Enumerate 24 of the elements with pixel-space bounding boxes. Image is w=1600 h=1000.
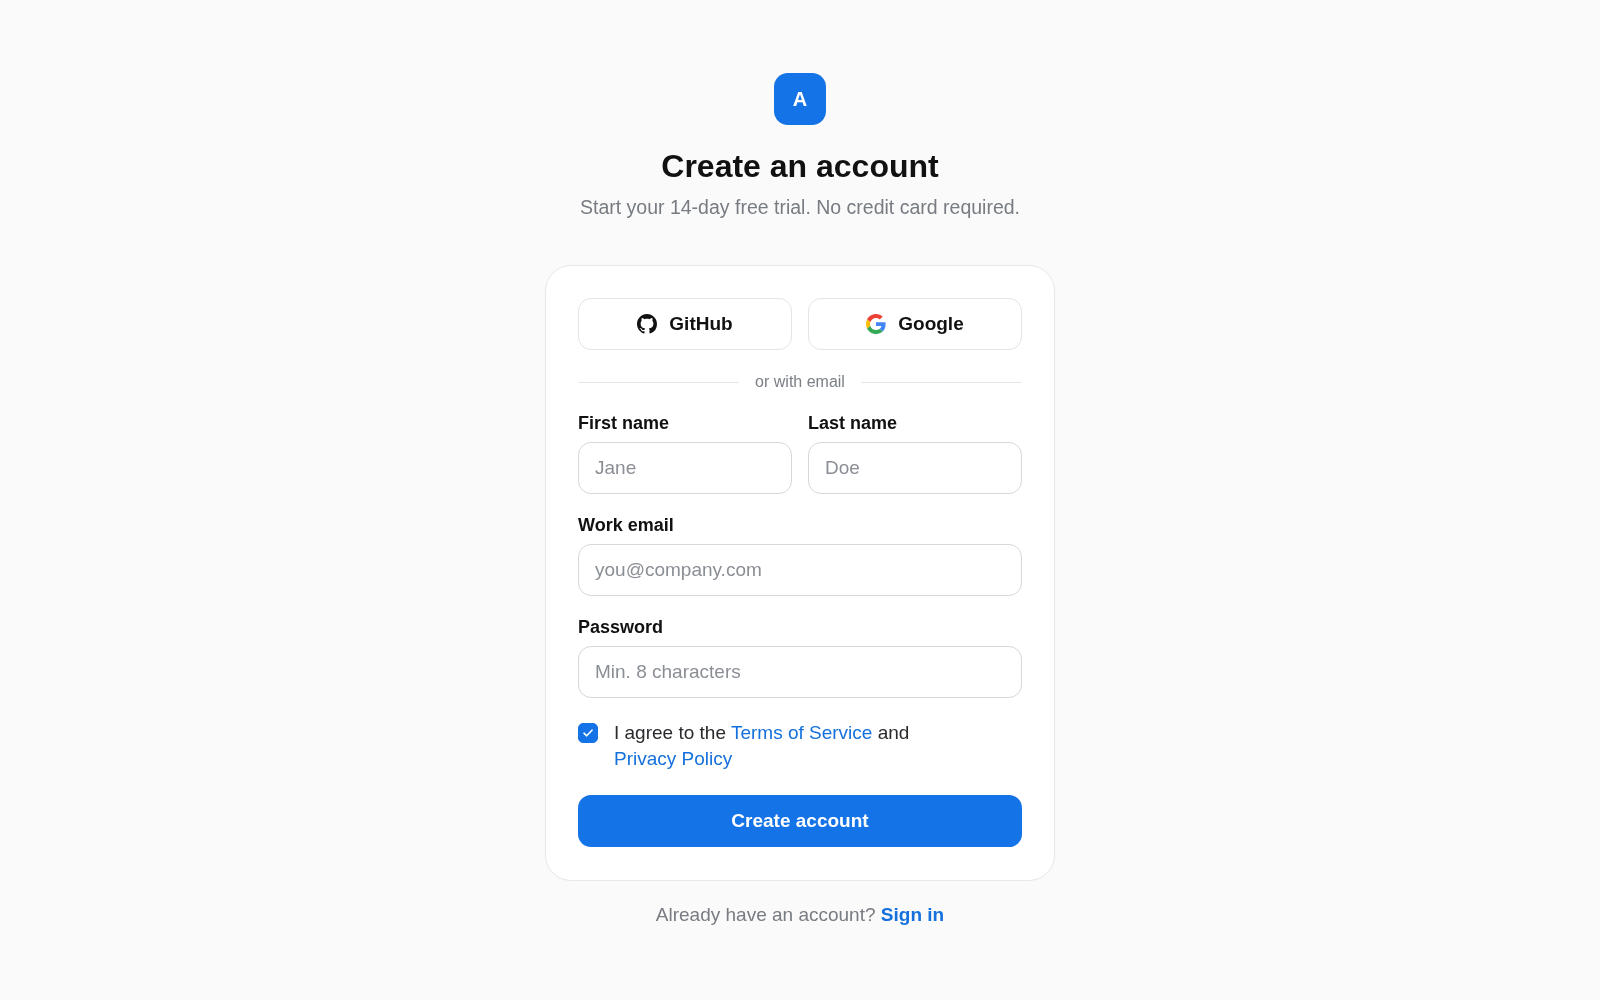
field-label: Work email (578, 514, 674, 536)
logo: A (774, 73, 826, 125)
google-g-icon (866, 314, 887, 334)
agreement-link[interactable]: Privacy Policy (614, 748, 733, 769)
input-field[interactable]: Min. 8 characters (578, 646, 1022, 698)
input-field[interactable]: Doe (808, 442, 1022, 494)
agreement-link[interactable]: Terms of Service (730, 722, 873, 743)
sign-in-link[interactable]: Sign in (880, 904, 945, 925)
input-field[interactable]: you@company.com (578, 544, 1022, 596)
field-label: Last name (808, 412, 898, 434)
input-field[interactable]: Jane (578, 442, 792, 494)
page-title: Create an account (661, 147, 939, 186)
social-sign-in-button[interactable]: GitHub (578, 298, 792, 350)
page-subtitle: Start your 14-day free trial. No credit card required. (580, 195, 1020, 220)
terms-checkbox[interactable] (578, 723, 598, 743)
sign-in-prompt: Already have an account? Sign in (655, 903, 945, 927)
field-label: First name (578, 412, 670, 434)
field-label: Password (578, 616, 664, 638)
github-icon (637, 314, 658, 334)
check-icon (583, 729, 593, 737)
divider-text: or with email (755, 372, 845, 392)
terms-agreement-text: I agree to the Terms of Service and Privacy Policy (614, 721, 911, 771)
social-sign-in-button[interactable]: Google (808, 298, 1022, 350)
create-account-button[interactable]: Create account (578, 795, 1022, 847)
